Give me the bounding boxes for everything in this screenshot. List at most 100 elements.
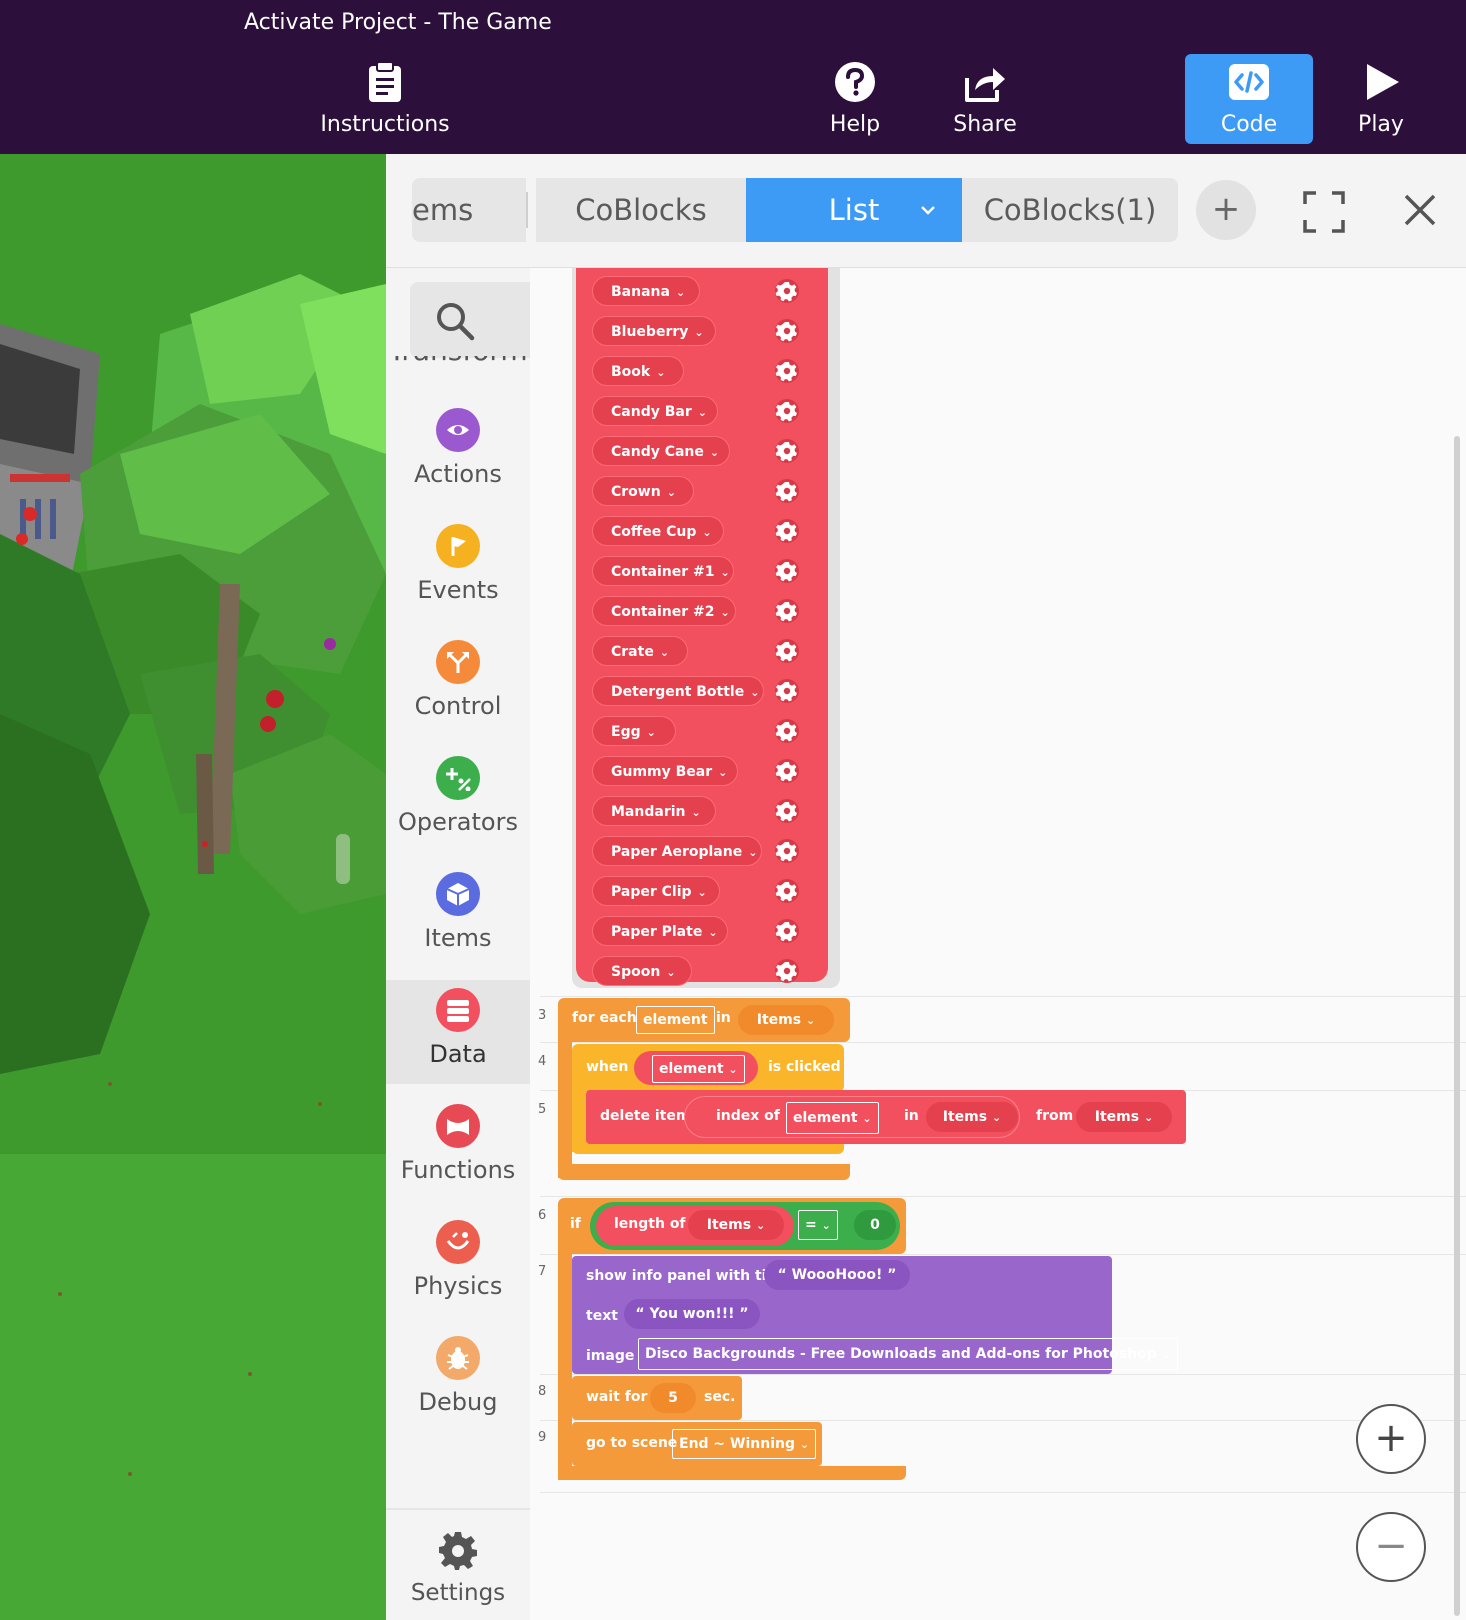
gear-icon[interactable] xyxy=(774,718,800,744)
gear-icon[interactable] xyxy=(774,558,800,584)
instructions-button[interactable]: Instructions xyxy=(320,60,450,150)
block-category-palette: Transform Actions Events Control Operators I… xyxy=(386,268,530,1620)
info-panel-block[interactable]: show info panel with title “ WoooHooo! ”… xyxy=(572,1256,1178,1374)
game-scene-preview[interactable] xyxy=(0,154,386,1620)
list-item-dropdown[interactable]: Candy Cane ⌄ xyxy=(592,436,730,466)
for-each-variable[interactable]: element xyxy=(636,1006,715,1034)
chevron-down-icon[interactable] xyxy=(920,204,936,216)
share-button[interactable]: Share xyxy=(920,60,1050,150)
from-list-dropdown[interactable]: Items ⌄ xyxy=(1076,1102,1172,1132)
category-control[interactable]: Control xyxy=(386,632,530,736)
list-item-dropdown[interactable]: Container #2 ⌄ xyxy=(592,596,736,626)
tab-items[interactable]: ems xyxy=(412,178,528,242)
index-list-dropdown[interactable]: Items ⌄ xyxy=(926,1102,1018,1132)
gear-icon[interactable] xyxy=(774,278,800,304)
category-items[interactable]: Items xyxy=(386,864,530,968)
for-each-block[interactable]: for each element in Items ⌄ xyxy=(558,998,850,1042)
list-item-dropdown[interactable]: Crate ⌄ xyxy=(592,636,688,666)
category-physics[interactable]: Physics xyxy=(386,1212,530,1316)
gear-icon[interactable] xyxy=(774,758,800,784)
list-item-dropdown[interactable]: Blueberry ⌄ xyxy=(592,316,716,346)
list-item-dropdown[interactable]: Paper Aeroplane ⌄ xyxy=(592,836,762,866)
add-tab-button[interactable]: + xyxy=(1196,180,1256,240)
close-icon[interactable] xyxy=(1400,190,1440,230)
tab-divider xyxy=(526,192,528,228)
go-to-scene-block[interactable]: go to scene End ~ Winning ⌄ xyxy=(572,1422,822,1466)
list-item-label: Candy Cane xyxy=(611,444,704,460)
tab-coblocks-1-label: CoBlocks(1) xyxy=(983,193,1157,227)
delete-variable-dropdown[interactable]: element ⌄ xyxy=(786,1102,879,1134)
list-item-label: Paper Clip xyxy=(611,884,692,900)
category-actions[interactable]: Actions xyxy=(386,400,530,504)
length-list-dropdown[interactable]: Items ⌄ xyxy=(688,1210,784,1240)
scene-dropdown[interactable]: End ~ Winning ⌄ xyxy=(672,1429,817,1459)
chevron-down-icon: ⌄ xyxy=(748,846,758,859)
tab-coblocks[interactable]: CoBlocks xyxy=(536,178,746,242)
category-transform-partial[interactable]: Transform xyxy=(386,356,530,376)
zoom-out-button[interactable]: − xyxy=(1356,1512,1426,1582)
line-separator xyxy=(540,1492,1466,1493)
wait-block[interactable]: wait for 5 sec. xyxy=(572,1376,742,1420)
gear-icon[interactable] xyxy=(774,478,800,504)
gear-icon[interactable] xyxy=(774,958,800,984)
list-item-dropdown[interactable]: Mandarin ⌄ xyxy=(592,796,716,826)
gear-icon[interactable] xyxy=(774,318,800,344)
info-title-value[interactable]: “ WoooHooo! ” xyxy=(764,1260,910,1290)
gear-icon[interactable] xyxy=(774,358,800,384)
index-of-keyword: index of xyxy=(716,1108,780,1124)
code-button[interactable]: Code xyxy=(1185,54,1313,144)
when-clicked-block[interactable]: when element ⌄ is clicked xyxy=(572,1044,844,1092)
wait-value[interactable]: 5 xyxy=(650,1383,696,1413)
zoom-in-button[interactable]: + xyxy=(1356,1404,1426,1474)
gear-icon[interactable] xyxy=(774,798,800,824)
info-text-value[interactable]: “ You won!!! ” xyxy=(624,1299,760,1329)
category-data[interactable]: Data xyxy=(386,980,530,1084)
list-item-dropdown[interactable]: Paper Plate ⌄ xyxy=(592,916,728,946)
app-title: Activate Project - The Game xyxy=(244,10,552,35)
list-item-dropdown[interactable]: Banana ⌄ xyxy=(592,276,700,306)
list-item-dropdown[interactable]: Coffee Cup ⌄ xyxy=(592,516,724,546)
category-functions[interactable]: Functions xyxy=(386,1096,530,1200)
line-separator xyxy=(540,1374,1466,1375)
gear-icon[interactable] xyxy=(774,678,800,704)
fullscreen-icon[interactable] xyxy=(1302,190,1346,234)
list-item-dropdown[interactable]: Egg ⌄ xyxy=(592,716,676,746)
compare-value[interactable]: 0 xyxy=(854,1210,896,1240)
chevron-down-icon: ⌄ xyxy=(666,966,676,979)
list-item-dropdown[interactable]: Crown ⌄ xyxy=(592,476,694,506)
gear-icon[interactable] xyxy=(774,638,800,664)
help-button[interactable]: Help xyxy=(790,60,920,150)
code-workspace[interactable]: Banana ⌄ Blueberry ⌄ Book ⌄ Candy Bar ⌄ Candy Ca… xyxy=(530,268,1466,1620)
for-each-list-dropdown[interactable]: Items ⌄ xyxy=(738,1005,834,1035)
palette-search-button[interactable] xyxy=(410,282,530,358)
gear-icon[interactable] xyxy=(774,918,800,944)
list-item-dropdown[interactable]: Candy Bar ⌄ xyxy=(592,396,718,426)
gear-icon[interactable] xyxy=(774,598,800,624)
tab-list[interactable]: List xyxy=(746,178,962,242)
settings-button[interactable]: Settings xyxy=(386,1508,530,1620)
workspace-scrollbar[interactable] xyxy=(1454,436,1460,1616)
gear-icon[interactable] xyxy=(774,398,800,424)
list-item-dropdown[interactable]: Detergent Bottle ⌄ xyxy=(592,676,764,706)
chevron-down-icon: ⌄ xyxy=(1143,1111,1154,1124)
list-item-dropdown[interactable]: Book ⌄ xyxy=(592,356,684,386)
gear-icon[interactable] xyxy=(774,518,800,544)
operator-dropdown[interactable]: = ⌄ xyxy=(798,1210,838,1240)
list-item-dropdown[interactable]: Gummy Bear ⌄ xyxy=(592,756,738,786)
chevron-down-icon: ⌄ xyxy=(991,1111,1002,1124)
if-block[interactable]: if length of Items ⌄ = ⌄ 0 xyxy=(558,1198,906,1254)
list-item-dropdown[interactable]: Paper Clip ⌄ xyxy=(592,876,720,906)
category-debug[interactable]: Debug xyxy=(386,1328,530,1432)
list-item-dropdown[interactable]: Container #1 ⌄ xyxy=(592,556,734,586)
delete-item-block[interactable]: delete item index of element ⌄ in Items … xyxy=(586,1090,1186,1144)
play-button[interactable]: Play xyxy=(1316,60,1446,150)
gear-icon[interactable] xyxy=(774,878,800,904)
info-image-dropdown[interactable]: Disco Backgrounds - Free Downloads and A… xyxy=(638,1338,1178,1370)
category-events[interactable]: Events xyxy=(386,516,530,620)
category-operators[interactable]: Operators xyxy=(386,748,530,852)
gear-icon[interactable] xyxy=(774,838,800,864)
gear-icon[interactable] xyxy=(774,438,800,464)
list-item-dropdown[interactable]: Spoon ⌄ xyxy=(592,956,692,986)
when-variable-dropdown[interactable]: element ⌄ xyxy=(652,1055,745,1083)
tab-coblocks-1[interactable]: CoBlocks(1) xyxy=(962,178,1178,242)
